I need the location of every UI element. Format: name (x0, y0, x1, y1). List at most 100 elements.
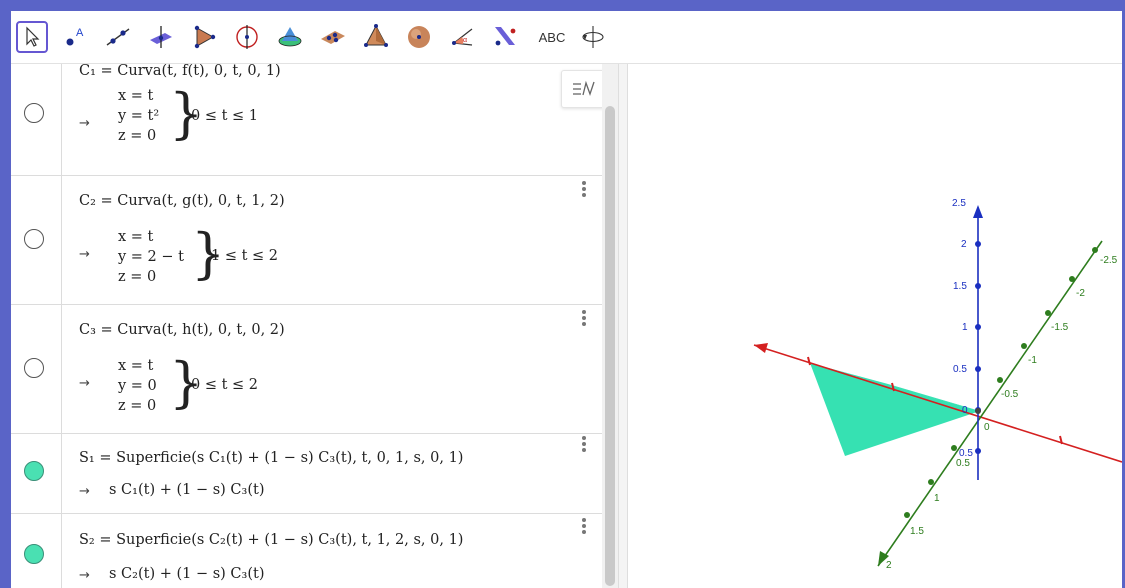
algebra-menu-button[interactable] (561, 70, 606, 108)
algebra-row-c2[interactable]: C₂ = Curva(t, g(t), 0, t, 1, 2) → x = t … (11, 176, 602, 305)
point-tool-icon: A (66, 27, 84, 46)
more-options-icon[interactable] (582, 518, 588, 536)
y-equation: y = 0 (118, 378, 157, 394)
y-axis-point (904, 512, 910, 518)
visibility-toggle-s1[interactable] (24, 461, 44, 481)
more-options-icon[interactable] (582, 436, 588, 454)
algebra-row-s1[interactable]: S₁ = Superficie(s C₁(t) + (1 − s) C₃(t),… (11, 434, 602, 514)
range-c1: 0 ≤ t ≤ 1 (191, 108, 259, 124)
circle-axis-tool-button[interactable] (231, 21, 263, 53)
y-axis-point (951, 445, 957, 451)
y-tick-label: -0.5 (1001, 389, 1019, 400)
algebra-row-c3[interactable]: C₃ = Curva(t, h(t), 0, t, 0, 2) → x = t … (11, 305, 602, 434)
y-axis-point (1021, 343, 1027, 349)
marble-column (11, 176, 62, 304)
text-tool-button[interactable]: ABC (532, 21, 572, 53)
sphere-tool-icon (408, 26, 430, 48)
circle-axis-tool-icon (236, 25, 258, 49)
definition-s1[interactable]: S₁ = Superficie(s C₁(t) + (1 − s) C₃(t),… (79, 450, 463, 466)
plane-three-points-tool-icon (321, 31, 345, 44)
parametric-system-c1: x = t y = t² z = 0 (118, 86, 159, 146)
definition-c3[interactable]: C₃ = Curva(t, h(t), 0, t, 0, 2) (79, 322, 285, 338)
y-axis-point (1045, 310, 1051, 316)
algebra-view: C₁ = Curva(t, f(t), 0, t, 0, 1) → x = t … (11, 64, 602, 588)
polygon-tool-button[interactable] (188, 21, 220, 53)
z-equation: z = 0 (118, 128, 157, 144)
z-equation: z = 0 (118, 269, 157, 285)
move-tool-icon (26, 26, 40, 47)
scrollbar-thumb[interactable] (605, 106, 615, 586)
y-tick-label: -1.5 (1051, 322, 1069, 333)
z-tick-label: 2.5 (952, 198, 966, 209)
algebra-scrollbar[interactable] (602, 64, 618, 588)
point-tool-button[interactable]: A (59, 21, 91, 53)
z-axis-point (975, 366, 981, 372)
x-equation: x = t (118, 88, 154, 104)
sphere-tool-button[interactable] (403, 21, 435, 53)
marble-column (11, 514, 62, 588)
intersect-surfaces-tool-button[interactable] (274, 21, 306, 53)
visibility-toggle-c1[interactable] (24, 103, 44, 123)
z-tick-label: 1.5 (953, 281, 967, 292)
result-s2: s C₂(t) + (1 − s) C₃(t) (109, 566, 265, 582)
y-equation: y = 2 − t (118, 249, 184, 265)
pyramid-tool-button[interactable] (360, 21, 392, 53)
algebra-menu-icon (572, 80, 595, 96)
window-frame-left (0, 0, 11, 588)
rotate-view-tool-button[interactable] (577, 21, 609, 53)
perpendicular-plane-tool-button[interactable] (145, 21, 177, 53)
z-axis-point (975, 283, 981, 289)
x-equation: x = t (118, 229, 154, 245)
pyramid-tool-icon (364, 24, 388, 47)
parametric-system-c3: x = t y = 0 z = 0 (118, 356, 157, 416)
algebra-row-s2[interactable]: S₂ = Superficie(s C₂(t) + (1 − s) C₃(t),… (11, 514, 602, 588)
y-tick-label: 1 (934, 493, 940, 504)
svg-text:α: α (463, 37, 467, 44)
line-tool-icon (106, 28, 130, 46)
move-tool-button[interactable] (16, 21, 48, 53)
view-divider[interactable] (618, 64, 628, 588)
text-tool-label: ABC (538, 29, 566, 45)
toolbar: A α ABC (11, 11, 1122, 64)
visibility-toggle-c3[interactable] (24, 358, 44, 378)
output-arrow-icon: → (79, 116, 90, 131)
intersect-surfaces-tool-icon (278, 27, 302, 47)
visibility-toggle-c2[interactable] (24, 229, 44, 249)
window-frame-top (0, 0, 1125, 11)
x-equation: x = t (118, 358, 154, 374)
y-tick-label: 1.5 (910, 526, 924, 537)
line-tool-button[interactable] (102, 21, 134, 53)
z-axis-point (975, 448, 981, 454)
definition-c1[interactable]: C₁ = Curva(t, f(t), 0, t, 0, 1) (79, 64, 281, 79)
visibility-toggle-s2[interactable] (24, 544, 44, 564)
rotate-view-tool-icon (582, 26, 604, 48)
angle-tool-button[interactable]: α (446, 21, 478, 53)
y-axis-point (1092, 247, 1098, 253)
z-equation: z = 0 (118, 398, 157, 414)
z-axis-point (975, 241, 981, 247)
range-c2: 1 ≤ t ≤ 2 (211, 248, 279, 264)
x-axis-arrow-icon (754, 343, 768, 353)
definition-s2[interactable]: S₂ = Superficie(s C₂(t) + (1 − s) C₃(t),… (79, 532, 463, 548)
angle-tool-icon: α (452, 28, 473, 46)
graphics-3d-view[interactable]: 2.5 2 1.5 1 0.5 0 0.5 -2.5 -2 -1.5 -1 -0… (628, 64, 1122, 588)
output-arrow-icon: → (79, 376, 90, 391)
algebra-row-c1[interactable]: C₁ = Curva(t, f(t), 0, t, 0, 1) → x = t … (11, 64, 602, 176)
range-c3: 0 ≤ t ≤ 2 (191, 377, 259, 393)
definition-c2[interactable]: C₂ = Curva(t, g(t), 0, t, 1, 2) (79, 193, 285, 209)
more-options-icon[interactable] (582, 181, 588, 199)
y-equation: y = t² (118, 108, 160, 124)
graphics-3d-canvas[interactable]: 2.5 2 1.5 1 0.5 0 0.5 -2.5 -2 -1.5 -1 -0… (628, 64, 1122, 588)
reflect-tool-icon (495, 27, 516, 46)
more-options-icon[interactable] (582, 310, 588, 328)
marble-column (11, 64, 62, 175)
z-tick-label: 2 (961, 239, 967, 250)
y-tick-label: 0 (984, 422, 990, 433)
geogebra-3d-app: A α ABC C₁ = Curva(t, f(t), 0, t, 0, 1) … (0, 0, 1125, 588)
reflect-tool-button[interactable] (489, 21, 521, 53)
parametric-system-c2: x = t y = 2 − t z = 0 (118, 227, 184, 287)
y-axis-point (997, 377, 1003, 383)
plane-three-points-tool-button[interactable] (317, 21, 349, 53)
polygon-tool-icon (194, 25, 216, 49)
z-axis-point (975, 324, 981, 330)
